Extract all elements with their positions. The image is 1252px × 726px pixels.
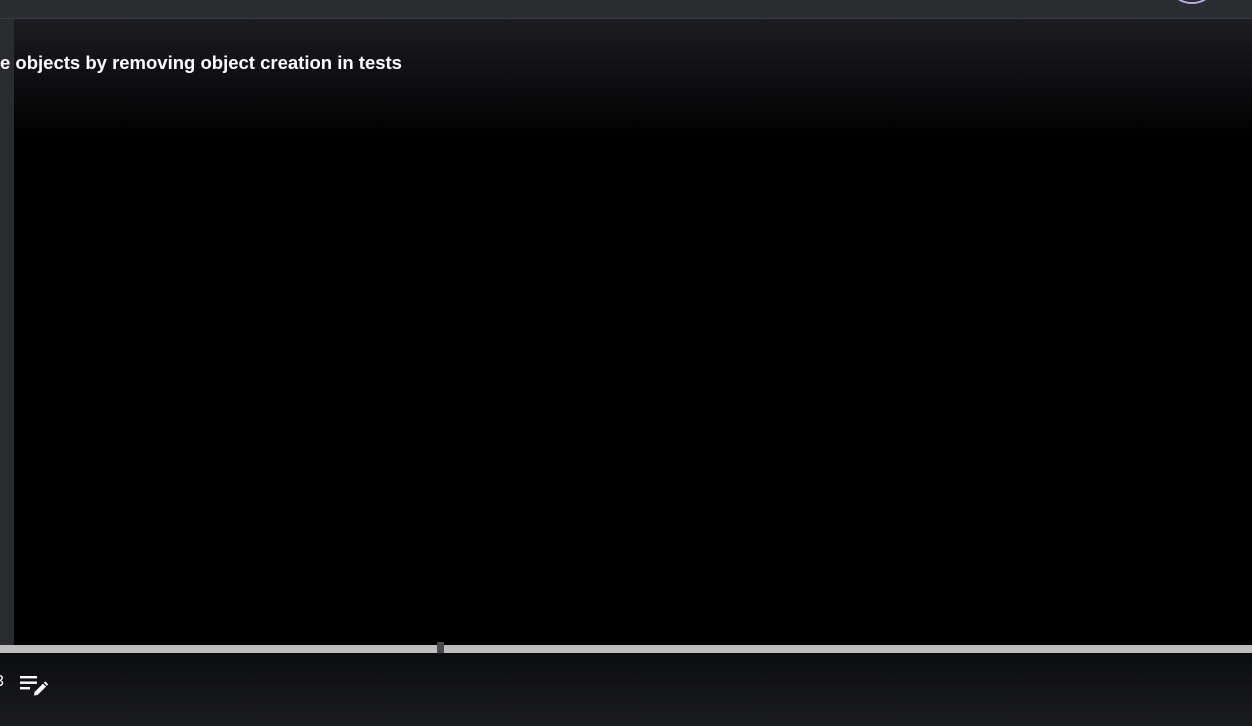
top-bar — [0, 0, 1252, 19]
playlist-edit-icon[interactable] — [19, 673, 49, 699]
left-panel-edge — [0, 19, 14, 646]
video-player[interactable] — [14, 19, 1252, 646]
avatar[interactable] — [1174, 0, 1210, 4]
player-controls: 3 — [0, 653, 1252, 726]
video-title: e objects by removing object creation in… — [0, 52, 402, 73]
cut-off-control-label: 3 — [0, 673, 4, 691]
progress-bar[interactable] — [0, 645, 1252, 653]
